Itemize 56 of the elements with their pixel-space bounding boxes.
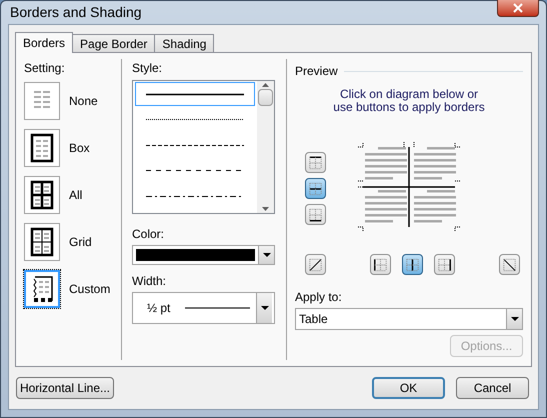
scroll-up-icon[interactable] xyxy=(262,83,269,87)
color-dropdown[interactable] xyxy=(132,245,275,265)
setting-label: Setting: xyxy=(24,60,66,77)
setting-label: Custom xyxy=(69,281,110,298)
preview-instruction: Click on diagram below or use buttons to apply borders xyxy=(332,88,486,114)
line-style-icon xyxy=(146,118,244,122)
border-toggle-button[interactable] xyxy=(434,254,455,275)
line-sample-icon xyxy=(185,307,250,309)
line-style-icon xyxy=(146,92,244,96)
close-button[interactable] xyxy=(497,0,539,16)
tab[interactable]: Shading xyxy=(154,34,214,52)
dialog-button[interactable]: OK xyxy=(372,377,445,399)
dropdown-arrow-button[interactable] xyxy=(256,293,272,323)
border-toggle-button[interactable] xyxy=(305,254,326,275)
setting-label: Grid xyxy=(69,234,92,251)
border-toggle-button[interactable] xyxy=(305,152,326,173)
border-toggle-button[interactable] xyxy=(402,254,423,275)
dialog-button[interactable]: Horizontal Line... xyxy=(16,377,114,399)
tab[interactable]: Borders xyxy=(15,32,74,53)
style-label: Style: xyxy=(132,60,164,77)
apply-to-dropdown[interactable]: Table xyxy=(295,308,523,330)
line-style-option[interactable] xyxy=(135,82,255,106)
dialog-button[interactable]: Cancel xyxy=(456,377,529,399)
apply-to-label: Apply to: xyxy=(295,289,343,306)
scroll-thumb[interactable] xyxy=(258,89,273,106)
border-toggle-button[interactable] xyxy=(305,178,326,199)
dropdown-arrow-icon xyxy=(260,306,268,310)
line-style-icon xyxy=(146,169,244,172)
line-style-icon xyxy=(146,144,244,147)
setting-option[interactable] xyxy=(24,270,60,308)
width-label: Width: xyxy=(132,273,168,290)
style-list[interactable] xyxy=(132,80,275,214)
line-style-icon xyxy=(146,194,244,198)
width-dropdown[interactable]: ½ pt xyxy=(132,292,275,324)
scrollbar[interactable] xyxy=(257,81,274,213)
border-toggle-button[interactable] xyxy=(305,204,326,225)
width-value: ½ pt xyxy=(146,300,172,317)
close-icon xyxy=(512,2,524,12)
setting-option[interactable] xyxy=(24,129,60,167)
dropdown-arrow-button[interactable] xyxy=(258,246,274,264)
setting-option[interactable] xyxy=(24,223,60,261)
setting-option[interactable] xyxy=(24,176,60,214)
window-title: Borders and Shading xyxy=(9,3,142,22)
color-label: Color: xyxy=(132,226,166,243)
setting-label: Box xyxy=(69,140,90,157)
setting-label: All xyxy=(69,187,82,204)
preview-label: Preview xyxy=(295,63,338,80)
apply-to-value: Table xyxy=(298,311,329,328)
dropdown-arrow-button[interactable] xyxy=(506,309,522,329)
tab[interactable]: Page Border xyxy=(72,34,156,52)
scroll-down-icon[interactable] xyxy=(262,207,269,211)
setting-label: None xyxy=(69,93,98,110)
border-toggle-button[interactable] xyxy=(499,254,520,275)
dropdown-arrow-icon xyxy=(262,253,270,257)
dropdown-arrow-icon xyxy=(510,317,518,321)
border-toggle-button[interactable] xyxy=(370,254,391,275)
